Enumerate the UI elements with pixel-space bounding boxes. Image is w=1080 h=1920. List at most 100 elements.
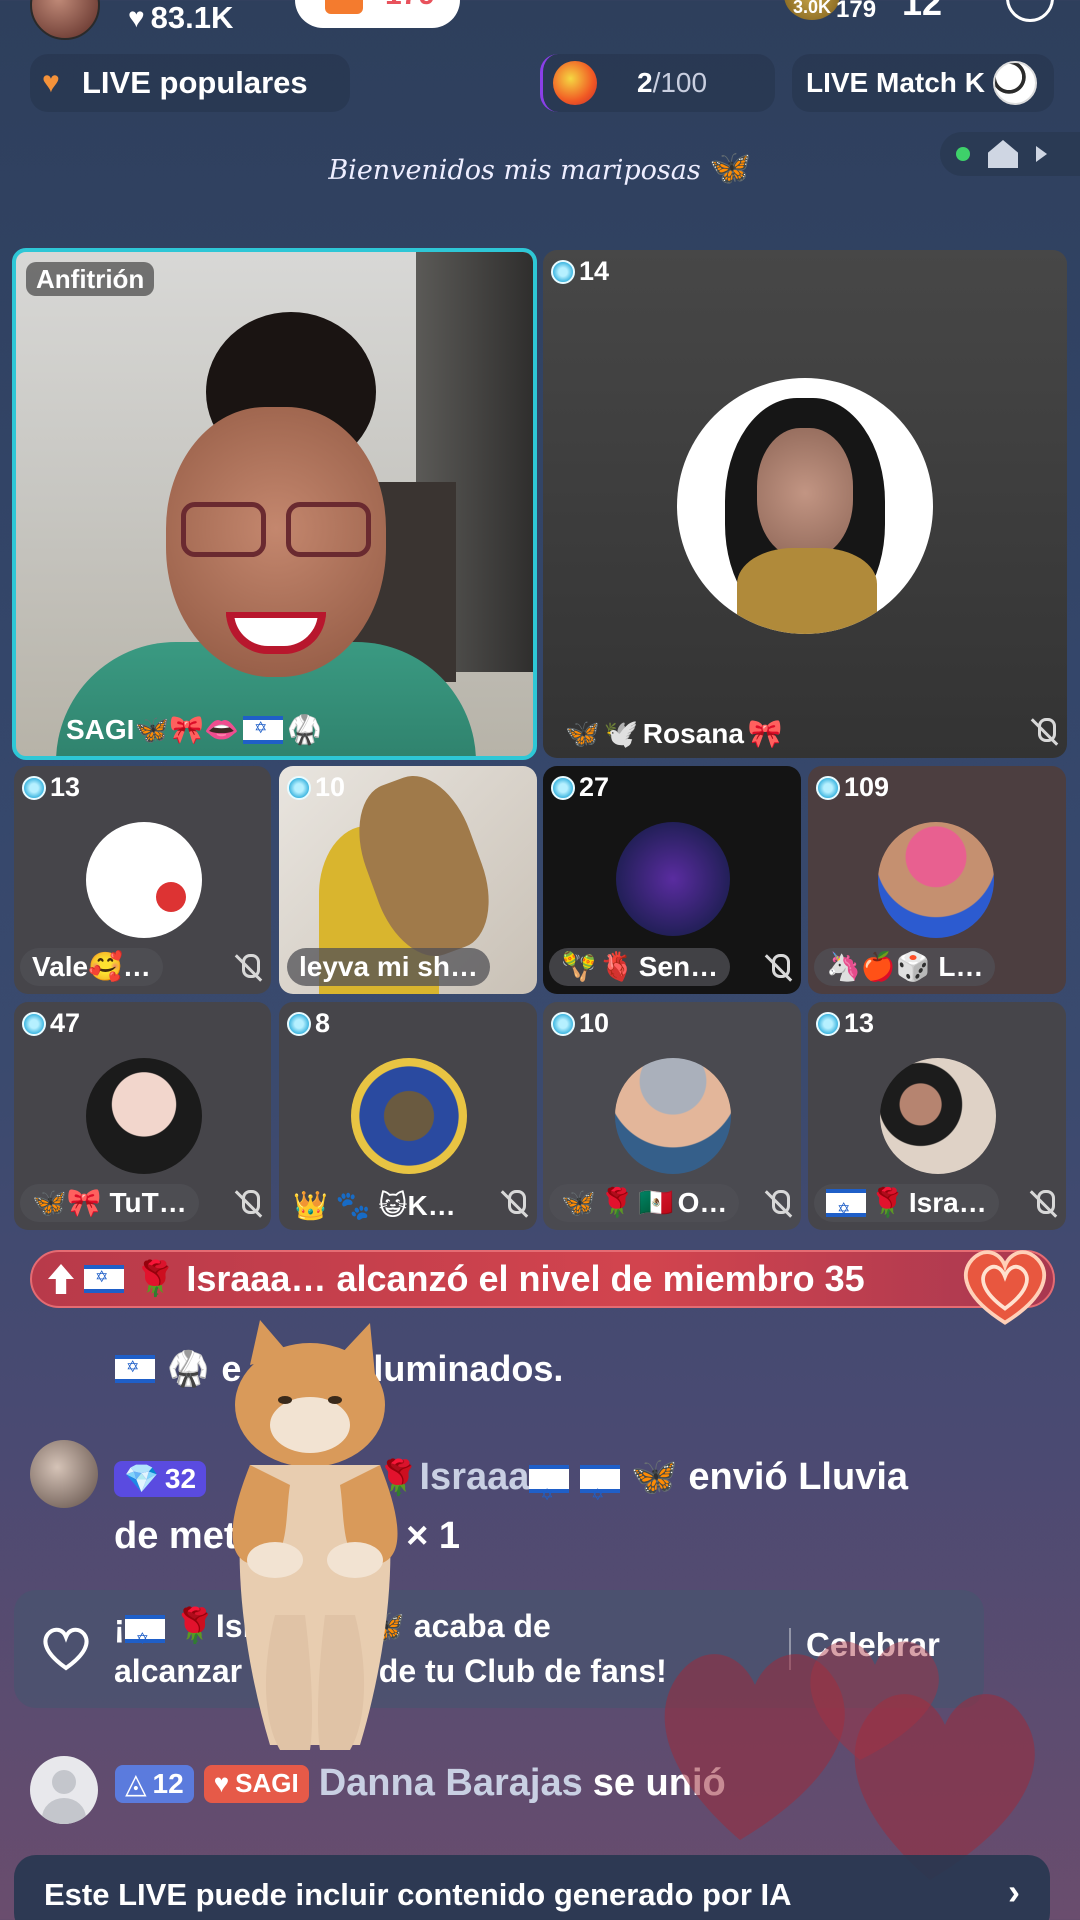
counter-current: 2	[637, 67, 653, 98]
guest-badge: 13	[22, 772, 80, 803]
guest-name: Vale🥰…	[20, 948, 163, 986]
guest-tile-israaa[interactable]: 13 🌹Isra…	[808, 1002, 1066, 1230]
host-video	[56, 312, 476, 756]
guest-tile-l[interactable]: 109 🦄🍎🎲 L…	[808, 766, 1066, 994]
welcome-text: Bienvenidos mis mariposas	[328, 155, 701, 186]
guest-count: 47	[50, 1008, 81, 1038]
maracas-icon: 🪇	[561, 951, 596, 982]
guest-tile-vale[interactable]: 13 Vale🥰…	[14, 766, 271, 994]
viewer-count[interactable]: 179	[836, 0, 876, 24]
likes-count: 83.1K	[150, 0, 234, 35]
guest-name-text: O…	[677, 1187, 728, 1218]
guest-avatar	[880, 1058, 996, 1174]
israel-flag-icon	[826, 1189, 866, 1222]
level-value: 12	[152, 1767, 184, 1799]
host-name-text: SAGI🦋🎀👄	[66, 714, 240, 745]
side-controls[interactable]	[940, 132, 1080, 176]
member-level-banner[interactable]: 🌹 Israaa… alcanzó el nivel de miembro 35	[30, 1250, 1055, 1308]
host-video-tile[interactable]: Anfitrión SAGI🦋🎀👄 🥋	[12, 248, 537, 760]
fan-badge-name: SAGI	[235, 1768, 299, 1798]
israel-flag-icon	[124, 1614, 165, 1662]
top-gifter-coins: 3.0K	[792, 0, 832, 17]
popular-live-label: LIVE populares	[82, 65, 308, 100]
ai-notice-text: Este LIVE puede incluir contenido genera…	[44, 1877, 792, 1912]
guest-avatar	[86, 822, 202, 938]
heart-icon: ♥	[128, 2, 145, 33]
muted-mic-icon	[233, 952, 263, 982]
fan-club-heart-icon	[964, 1250, 1046, 1325]
guest-badge: 10	[551, 1008, 609, 1039]
heart-anatomical-icon: 🫀	[599, 951, 635, 982]
ai-content-notice[interactable]: Este LIVE puede incluir contenido genera…	[14, 1855, 1050, 1920]
israel-flag-icon	[243, 715, 284, 744]
judo-icon: 🥋	[287, 714, 322, 745]
guest-avatar	[351, 1058, 467, 1174]
guest-tile-rosana[interactable]: 14 🦋 🕊️ Rosana 🎀	[543, 250, 1067, 758]
follow-pill[interactable]: 179	[295, 0, 460, 28]
rose-icon: 🌹	[870, 1187, 905, 1218]
guest-name: leyva mi sh…	[287, 948, 490, 986]
participant-count[interactable]: 12	[902, 0, 942, 24]
dancing-cat-sticker	[232, 1320, 398, 1750]
host-name: SAGI🦋🎀👄 🥋	[66, 713, 322, 746]
host-avatar[interactable]	[30, 0, 100, 40]
home-icon[interactable]	[988, 140, 1018, 168]
mexico-flag-icon: 🇲🇽	[638, 1187, 674, 1218]
play-icon[interactable]	[1036, 146, 1047, 162]
online-dot-icon	[956, 147, 970, 161]
guest-tile-sensei[interactable]: 27 🪇 🫀 Sen…	[543, 766, 801, 994]
guest-name: 🦄🍎🎲 L…	[814, 948, 996, 986]
gem-icon	[816, 1011, 840, 1036]
popular-live-button[interactable]: ♥ LIVE populares	[30, 54, 350, 112]
guest-name: 🪇 🫀 Sen…	[549, 948, 731, 986]
host-role-label: Anfitrión	[26, 262, 155, 296]
top-gifter-avatar[interactable]: 3.0K	[784, 0, 840, 20]
gem-icon	[551, 259, 575, 284]
live-match-button[interactable]: LIVE Match K	[792, 54, 1054, 112]
guest-name: 🌹Isra…	[814, 1184, 999, 1222]
guest-avatar	[615, 1058, 731, 1174]
guest-count: 10	[315, 772, 346, 802]
gift-text: envió Lluvia	[688, 1456, 909, 1498]
guest-count: 27	[579, 772, 610, 802]
heart-icon: ♥	[213, 1768, 230, 1798]
guest-tile-o[interactable]: 10 🦋 🌹 🇲🇽 O…	[543, 1002, 801, 1230]
israel-flag-icon	[529, 1464, 570, 1525]
guest-avatar	[86, 1058, 202, 1174]
diamond-icon: 💎	[124, 1462, 159, 1494]
likes-counter: ♥ 83.1K	[128, 0, 233, 36]
guest-badge: 14	[551, 256, 609, 287]
soccer-ball-icon	[992, 61, 1037, 105]
guest-count: 13	[50, 772, 81, 802]
guest-name-text: Isra…	[908, 1187, 987, 1218]
triangle-icon: ◬	[125, 1768, 147, 1799]
gem-icon	[22, 775, 46, 800]
israel-flag-icon	[579, 1464, 620, 1525]
ranking-icon	[553, 61, 597, 105]
welcome-message: Bienvenidos mis mariposas 🦋	[0, 148, 1080, 188]
bow-icon: 🎀	[747, 718, 783, 749]
guest-avatar	[677, 378, 933, 634]
user-avatar[interactable]	[30, 1440, 98, 1508]
gem-icon	[816, 775, 840, 800]
orange-heart-icon: ♥	[42, 66, 60, 99]
counter-total: /100	[652, 67, 708, 98]
guest-badge: 8	[287, 1008, 330, 1039]
gem-icon	[22, 1011, 46, 1036]
muted-mic-icon	[499, 1188, 529, 1218]
fan-text-a: ¡	[114, 1608, 125, 1644]
guest-tile-k[interactable]: 8 👑 🐾 😺K…	[279, 1002, 537, 1230]
chevron-right-icon: ›	[1008, 1871, 1020, 1912]
guest-name: 👑 🐾 😺K…	[293, 1190, 456, 1221]
close-icon[interactable]	[1006, 0, 1054, 22]
guest-tile-leyva[interactable]: 10 leyva mi sh…	[279, 766, 537, 994]
guest-name: 🦋 🕊️ Rosana 🎀	[565, 717, 783, 750]
guest-tile-tut[interactable]: 47 🦋🎀 TuT…	[14, 1002, 271, 1230]
guest-count: 109	[844, 772, 890, 802]
ranking-counter[interactable]: 2/100	[540, 54, 775, 112]
user-avatar-default[interactable]	[30, 1756, 98, 1824]
gem-icon	[551, 775, 575, 800]
israel-flag-icon	[115, 1355, 155, 1383]
guest-name: 🦋🎀 TuT…	[20, 1184, 199, 1222]
guest-count: 14	[579, 256, 610, 286]
